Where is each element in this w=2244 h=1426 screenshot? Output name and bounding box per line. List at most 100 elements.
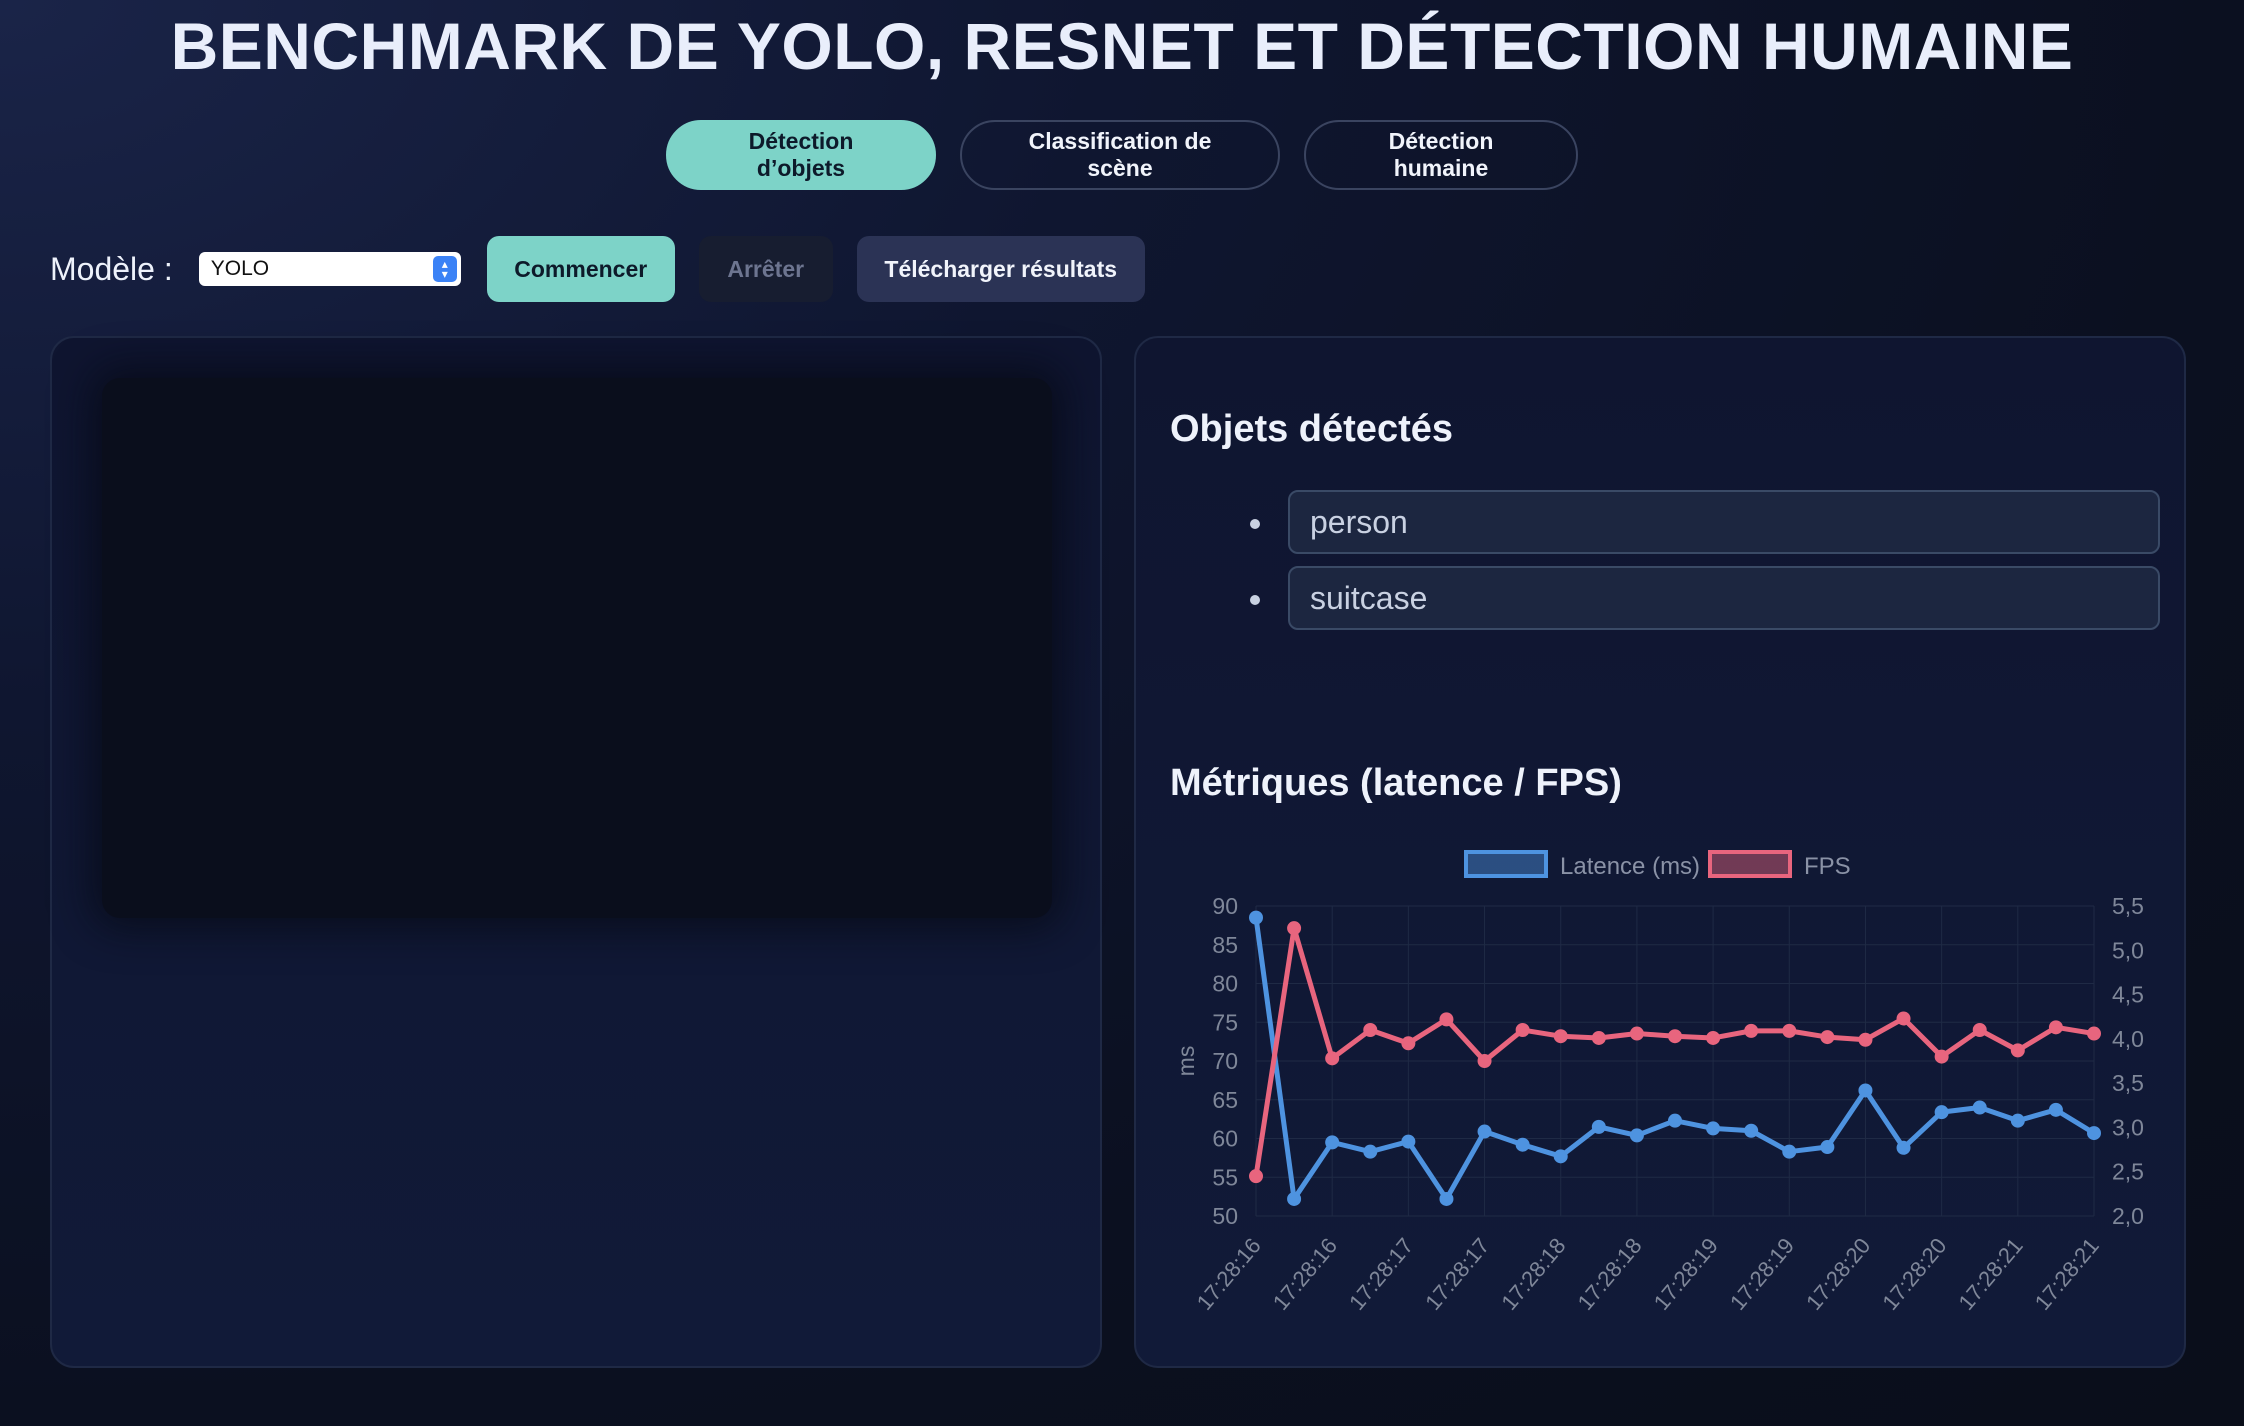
data-point (1401, 1036, 1416, 1051)
bullet-icon (1250, 595, 1260, 605)
data-point (1591, 1030, 1606, 1045)
y-tick-label-left: 70 (1212, 1048, 1238, 1074)
model-select-value: YOLO (210, 257, 270, 280)
x-tick-label: 17:28:19 (1649, 1233, 1723, 1315)
data-point (1858, 1032, 1873, 1047)
list-item: suitcase (1250, 566, 2160, 630)
data-point (1439, 1012, 1454, 1027)
data-point (1363, 1023, 1378, 1037)
x-tick-label: 17:28:20 (1877, 1233, 1951, 1315)
data-point (1896, 1140, 1911, 1155)
data-point (2048, 1102, 2063, 1117)
detected-objects-list: person suitcase (1246, 490, 2160, 642)
data-point (1325, 1051, 1340, 1066)
data-point (1401, 1134, 1416, 1149)
data-point (1477, 1054, 1492, 1068)
data-point (1706, 1030, 1721, 1045)
data-point (1668, 1113, 1682, 1128)
data-point (1287, 921, 1302, 936)
y-tick-label-left: 75 (1212, 1009, 1238, 1035)
data-point (1629, 1026, 1644, 1041)
y-tick-label-right: 2,5 (2112, 1159, 2144, 1185)
stop-button[interactable]: Arrêter (698, 236, 833, 302)
data-point (1249, 910, 1263, 925)
tab-scene-classification[interactable]: Classification de scène (960, 120, 1280, 190)
y-tick-label-right: 3,5 (2112, 1070, 2144, 1096)
data-point (1515, 1023, 1530, 1037)
y-tick-label-left: 80 (1212, 971, 1238, 997)
x-tick-label: 17:28:19 (1725, 1233, 1799, 1315)
data-point (2048, 1020, 2063, 1035)
y-tick-label-left: 50 (1212, 1203, 1238, 1229)
data-point (1820, 1140, 1835, 1155)
y-tick-label-right: 5,5 (2112, 893, 2144, 919)
y-tick-label-right: 5,0 (2112, 937, 2144, 963)
data-point (1668, 1029, 1682, 1044)
y-tick-label-left: 65 (1212, 1087, 1238, 1113)
list-item: person (1250, 490, 2160, 554)
data-point (1325, 1135, 1340, 1150)
data-point (1934, 1105, 1949, 1120)
y-tick-label-right: 4,5 (2112, 982, 2144, 1008)
bullet-icon (1250, 519, 1260, 529)
data-point (1782, 1144, 1797, 1159)
chevron-up-down-icon: ▴ ▾ (432, 256, 457, 282)
data-point (1249, 1169, 1263, 1184)
data-point (2087, 1126, 2101, 1141)
data-point (2010, 1113, 2025, 1128)
model-select[interactable]: YOLO ▴ ▾ (198, 252, 461, 286)
metrics-chart: 90 85 80 75 70 65 60 55 50 5,5 5,0 4,5 4,0 3,5 3,0 2,5 2… (1173, 850, 2185, 1315)
object-label: suitcase (1310, 579, 1428, 616)
x-tick-label: 17:28:16 (1268, 1233, 1342, 1315)
y-tick-label-right: 3,0 (2112, 1114, 2144, 1140)
video-panel (50, 336, 1102, 1368)
y-axis-label-left: ms (1173, 1046, 1199, 1077)
x-tick-label: 17:28:17 (1420, 1233, 1494, 1315)
x-tick-label: 17:28:21 (1953, 1233, 2027, 1315)
data-point (1439, 1191, 1454, 1206)
controls-bar: Modèle : YOLO ▴ ▾ Commencer Arrêter Téléc… (50, 236, 1169, 302)
object-label: person (1310, 503, 1408, 540)
legend-swatch (1708, 850, 1792, 878)
tab-object-detection[interactable]: Détection d’objets (666, 120, 936, 190)
start-button[interactable]: Commencer (486, 236, 675, 302)
data-point (1934, 1049, 1949, 1064)
data-point (2010, 1043, 2025, 1058)
tab-human-detection[interactable]: Détection humaine (1304, 120, 1578, 190)
x-tick-label: 17:28:17 (1344, 1233, 1418, 1315)
data-point (1706, 1121, 1721, 1136)
legend-swatch (1464, 850, 1548, 878)
data-point (1553, 1149, 1568, 1164)
detected-objects-title: Objets détectés (1170, 408, 1453, 450)
data-point (1972, 1023, 1987, 1037)
data-point (1287, 1191, 1302, 1206)
data-point (1858, 1083, 1873, 1098)
legend-label: Latence (ms) (1560, 853, 1700, 880)
y-tick-label-left: 90 (1212, 893, 1238, 919)
y-tick-label-right: 2,0 (2112, 1203, 2144, 1229)
y-tick-label-left: 85 (1212, 932, 1238, 958)
data-point (1820, 1030, 1835, 1045)
download-results-button[interactable]: Télécharger résultats (856, 236, 1145, 302)
metrics-title: Métriques (latence / FPS) (1170, 762, 1622, 804)
results-panel: Objets détectés person suitcase Métrique… (1134, 336, 2186, 1368)
x-tick-label: 17:28:16 (1192, 1233, 1266, 1315)
data-point (1515, 1137, 1530, 1152)
data-point (1477, 1124, 1492, 1139)
mode-tabs: Détection d’objets Classification de scè… (0, 120, 2244, 190)
video-feed (102, 378, 1052, 918)
metrics-chart-container: 90 85 80 75 70 65 60 55 50 5,5 5,0 4,5 4,0 3,5 3,0 2,5 2… (1166, 838, 2185, 1338)
data-point (1972, 1100, 1987, 1115)
data-point (1782, 1023, 1797, 1038)
data-point (1744, 1023, 1759, 1038)
y-tick-label-left: 55 (1212, 1164, 1238, 1190)
data-point (1896, 1011, 1911, 1026)
data-point (1363, 1144, 1378, 1159)
x-tick-label: 17:28:18 (1496, 1233, 1570, 1315)
x-tick-label: 17:28:18 (1573, 1233, 1647, 1315)
data-point (1591, 1119, 1606, 1134)
data-point (2087, 1026, 2101, 1041)
series-line (1253, 917, 2096, 1202)
y-tick-label-left: 60 (1212, 1126, 1238, 1152)
data-point (1629, 1128, 1644, 1143)
